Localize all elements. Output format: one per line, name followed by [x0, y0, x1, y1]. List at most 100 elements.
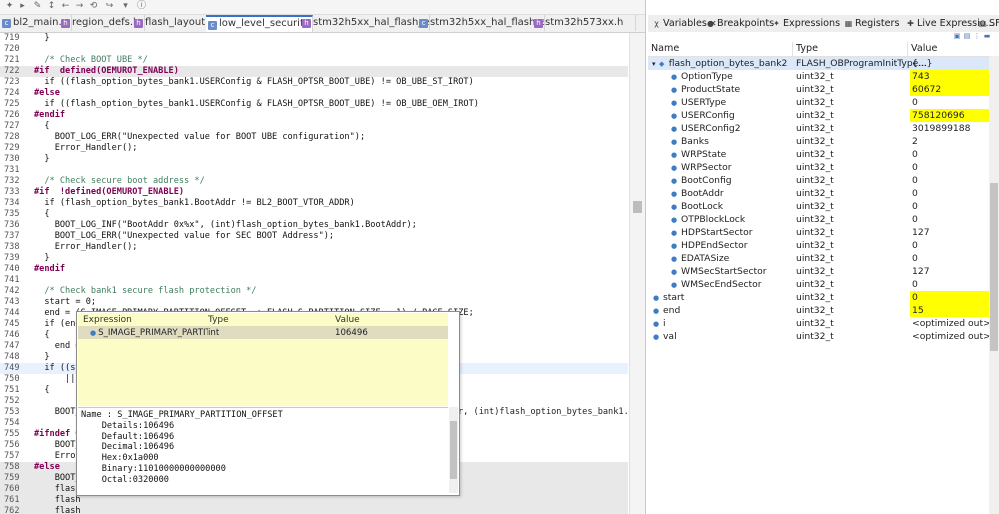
variable-value[interactable]: 758120696	[910, 109, 992, 122]
column-type[interactable]: Type	[792, 42, 906, 56]
code-line[interactable]: 762 flash	[0, 506, 628, 514]
variable-value[interactable]: 0	[910, 252, 992, 265]
code-line[interactable]: 732 /* Check secure boot address */	[0, 176, 628, 187]
tab-expressions[interactable]: ✦ Expressions	[772, 15, 840, 32]
variable-value[interactable]: {...}	[910, 57, 992, 70]
code-line[interactable]: 735 {	[0, 209, 628, 220]
variable-row[interactable]: ● HDPStartSector uint32_t 127	[648, 226, 999, 239]
info-icon[interactable]: ⓘ	[136, 1, 147, 12]
variable-row[interactable]: ▾ ◆ flash_option_bytes_bank2 FLASH_OBProgr…	[648, 57, 999, 70]
code-line[interactable]: 740 #endif	[0, 264, 628, 275]
code-line[interactable]: 737 BOOT_LOG_ERR("Unexpected value for S…	[0, 231, 628, 242]
column-value[interactable]: Value	[907, 42, 991, 56]
history-icon[interactable]: ⟲	[88, 1, 99, 12]
tab-hal-flash-ex-h[interactable]: hstm32h5xx_hal_flash_ex.h	[300, 15, 430, 31]
code-line[interactable]: 729 Error_Handler();	[0, 143, 628, 154]
variable-value[interactable]: 127	[910, 265, 992, 278]
variable-row[interactable]: ● BootAddr uint32_t 0	[648, 187, 999, 200]
minimize-icon[interactable]: ▬	[983, 32, 991, 40]
tab-hal-flash-ex-c[interactable]: cstm32h5xx_hal_flash_ex.c	[417, 15, 545, 31]
variable-value[interactable]: 0	[910, 174, 992, 187]
tab-breakpoints[interactable]: ● Breakpoints	[706, 15, 774, 32]
code-line[interactable]: 719 }	[0, 33, 628, 44]
variable-row[interactable]: ● OTPBlockLock uint32_t 0	[648, 213, 999, 226]
variable-value[interactable]: 0	[910, 96, 992, 109]
code-line[interactable]: 743 start = 0;	[0, 297, 628, 308]
variable-value[interactable]: 0	[910, 278, 992, 291]
editor-scrollbar[interactable]	[629, 33, 645, 514]
variable-value[interactable]: <optimized out>	[910, 317, 992, 330]
variable-value[interactable]: 0	[910, 239, 992, 252]
editor-scrollbar-thumb[interactable]	[633, 201, 642, 213]
tab-stm32h573xx[interactable]: h stm32h573xx.h	[532, 15, 636, 31]
variable-row[interactable]: ● start uint32_t 0	[648, 291, 999, 304]
code-line[interactable]: 730 }	[0, 154, 628, 165]
variables-scrollbar-thumb[interactable]	[990, 183, 998, 351]
select-columns-icon[interactable]: ▤	[963, 32, 971, 40]
variable-row[interactable]: ● ProductState uint32_t 60672	[648, 83, 999, 96]
more-icon[interactable]: ▾	[120, 1, 131, 12]
code-line[interactable]: 724 #else	[0, 88, 628, 99]
variable-value[interactable]: 0	[910, 200, 992, 213]
popup-scrollbar-thumb[interactable]	[450, 421, 457, 479]
variable-row[interactable]: ● WMSecEndSector uint32_t 0	[648, 278, 999, 291]
variable-row[interactable]: ● USERType uint32_t 0	[648, 96, 999, 109]
variable-row[interactable]: ● i uint32_t <optimized out>	[648, 317, 999, 330]
variable-value[interactable]: 0	[910, 213, 992, 226]
code-line[interactable]: 731	[0, 165, 628, 176]
variable-row[interactable]: ● val uint32_t <optimized out>	[648, 330, 999, 343]
variable-row[interactable]: ● HDPEndSector uint32_t 0	[648, 239, 999, 252]
code-line[interactable]: 721 /* Check BOOT UBE */	[0, 55, 628, 66]
variable-value[interactable]: 0	[910, 148, 992, 161]
code-line[interactable]: 736 BOOT_LOG_INF("BootAddr 0x%x", (int)f…	[0, 220, 628, 231]
variable-row[interactable]: ● BootConfig uint32_t 0	[648, 174, 999, 187]
collapse-all-icon[interactable]: ▣	[953, 32, 961, 40]
code-line[interactable]: 739 }	[0, 253, 628, 264]
variable-value[interactable]: 3019899188	[910, 122, 992, 135]
variable-value[interactable]: 0	[910, 161, 992, 174]
variable-row[interactable]: ● BootLock uint32_t 0	[648, 200, 999, 213]
run-icon[interactable]: ▸	[17, 1, 28, 12]
variable-row[interactable]: ● end uint32_t 15	[648, 304, 999, 317]
code-line[interactable]: 727 {	[0, 121, 628, 132]
variable-row[interactable]: ● WMSecStartSector uint32_t 127	[648, 265, 999, 278]
variable-value[interactable]: 127	[910, 226, 992, 239]
variable-row[interactable]: ● Banks uint32_t 2	[648, 135, 999, 148]
code-line[interactable]: 720	[0, 44, 628, 55]
view-menu-icon[interactable]: ⋮	[973, 32, 981, 40]
variable-value[interactable]: 0	[910, 187, 992, 200]
navigate-icon[interactable]: ✎	[32, 1, 43, 12]
code-line[interactable]: 728 BOOT_LOG_ERR("Unexpected value for B…	[0, 132, 628, 143]
variable-row[interactable]: ● WRPSector uint32_t 0	[648, 161, 999, 174]
tab-registers[interactable]: ▦ Registers	[844, 15, 900, 32]
variable-value[interactable]: <optimized out>	[910, 330, 992, 343]
code-line[interactable]: 742 /* Check bank1 secure flash protecti…	[0, 286, 628, 297]
tab-low-level-security[interactable]: clow_level_security.c✕	[206, 15, 313, 32]
variable-row[interactable]: ● USERConfig uint32_t 758120696	[648, 109, 999, 122]
forward-icon[interactable]: →	[74, 1, 85, 12]
variable-row[interactable]: ● WRPState uint32_t 0	[648, 148, 999, 161]
variable-value[interactable]: 15	[910, 304, 992, 317]
popup-header-type[interactable]: Type	[208, 314, 229, 326]
tab-sfrs[interactable]: ▤SFRs	[978, 15, 999, 32]
popup-header-expression[interactable]: Expression	[83, 314, 132, 326]
variable-row[interactable]: ● EDATASize uint32_t 0	[648, 252, 999, 265]
code-line[interactable]: 725 if ((flash_option_bytes_bank1.USERCo…	[0, 99, 628, 110]
code-line[interactable]: 723 if ((flash_option_bytes_bank1.USERCo…	[0, 77, 628, 88]
variable-value[interactable]: 743	[910, 70, 992, 83]
variables-scrollbar[interactable]	[989, 56, 999, 514]
variable-value[interactable]: 0	[910, 291, 992, 304]
variable-row[interactable]: ● USERConfig2 uint32_t 3019899188	[648, 122, 999, 135]
annotation-icon[interactable]: ↕	[46, 1, 57, 12]
code-line[interactable]: 761 flash	[0, 495, 628, 506]
popup-header-value[interactable]: Value	[335, 314, 360, 326]
popup-scrollbar[interactable]	[449, 407, 458, 493]
column-name[interactable]: Name	[648, 42, 791, 56]
code-line[interactable]: 738 Error_Handler();	[0, 242, 628, 253]
debug-icon[interactable]: ✦	[4, 1, 15, 12]
code-line[interactable]: 734 if (flash_option_bytes_bank1.BootAdd…	[0, 198, 628, 209]
variable-row[interactable]: ● OptionType uint32_t 743	[648, 70, 999, 83]
code-line[interactable]: 741	[0, 275, 628, 286]
code-line[interactable]: 722 #if defined(OEMUROT_ENABLE)	[0, 66, 628, 77]
back-icon[interactable]: ←	[60, 1, 71, 12]
